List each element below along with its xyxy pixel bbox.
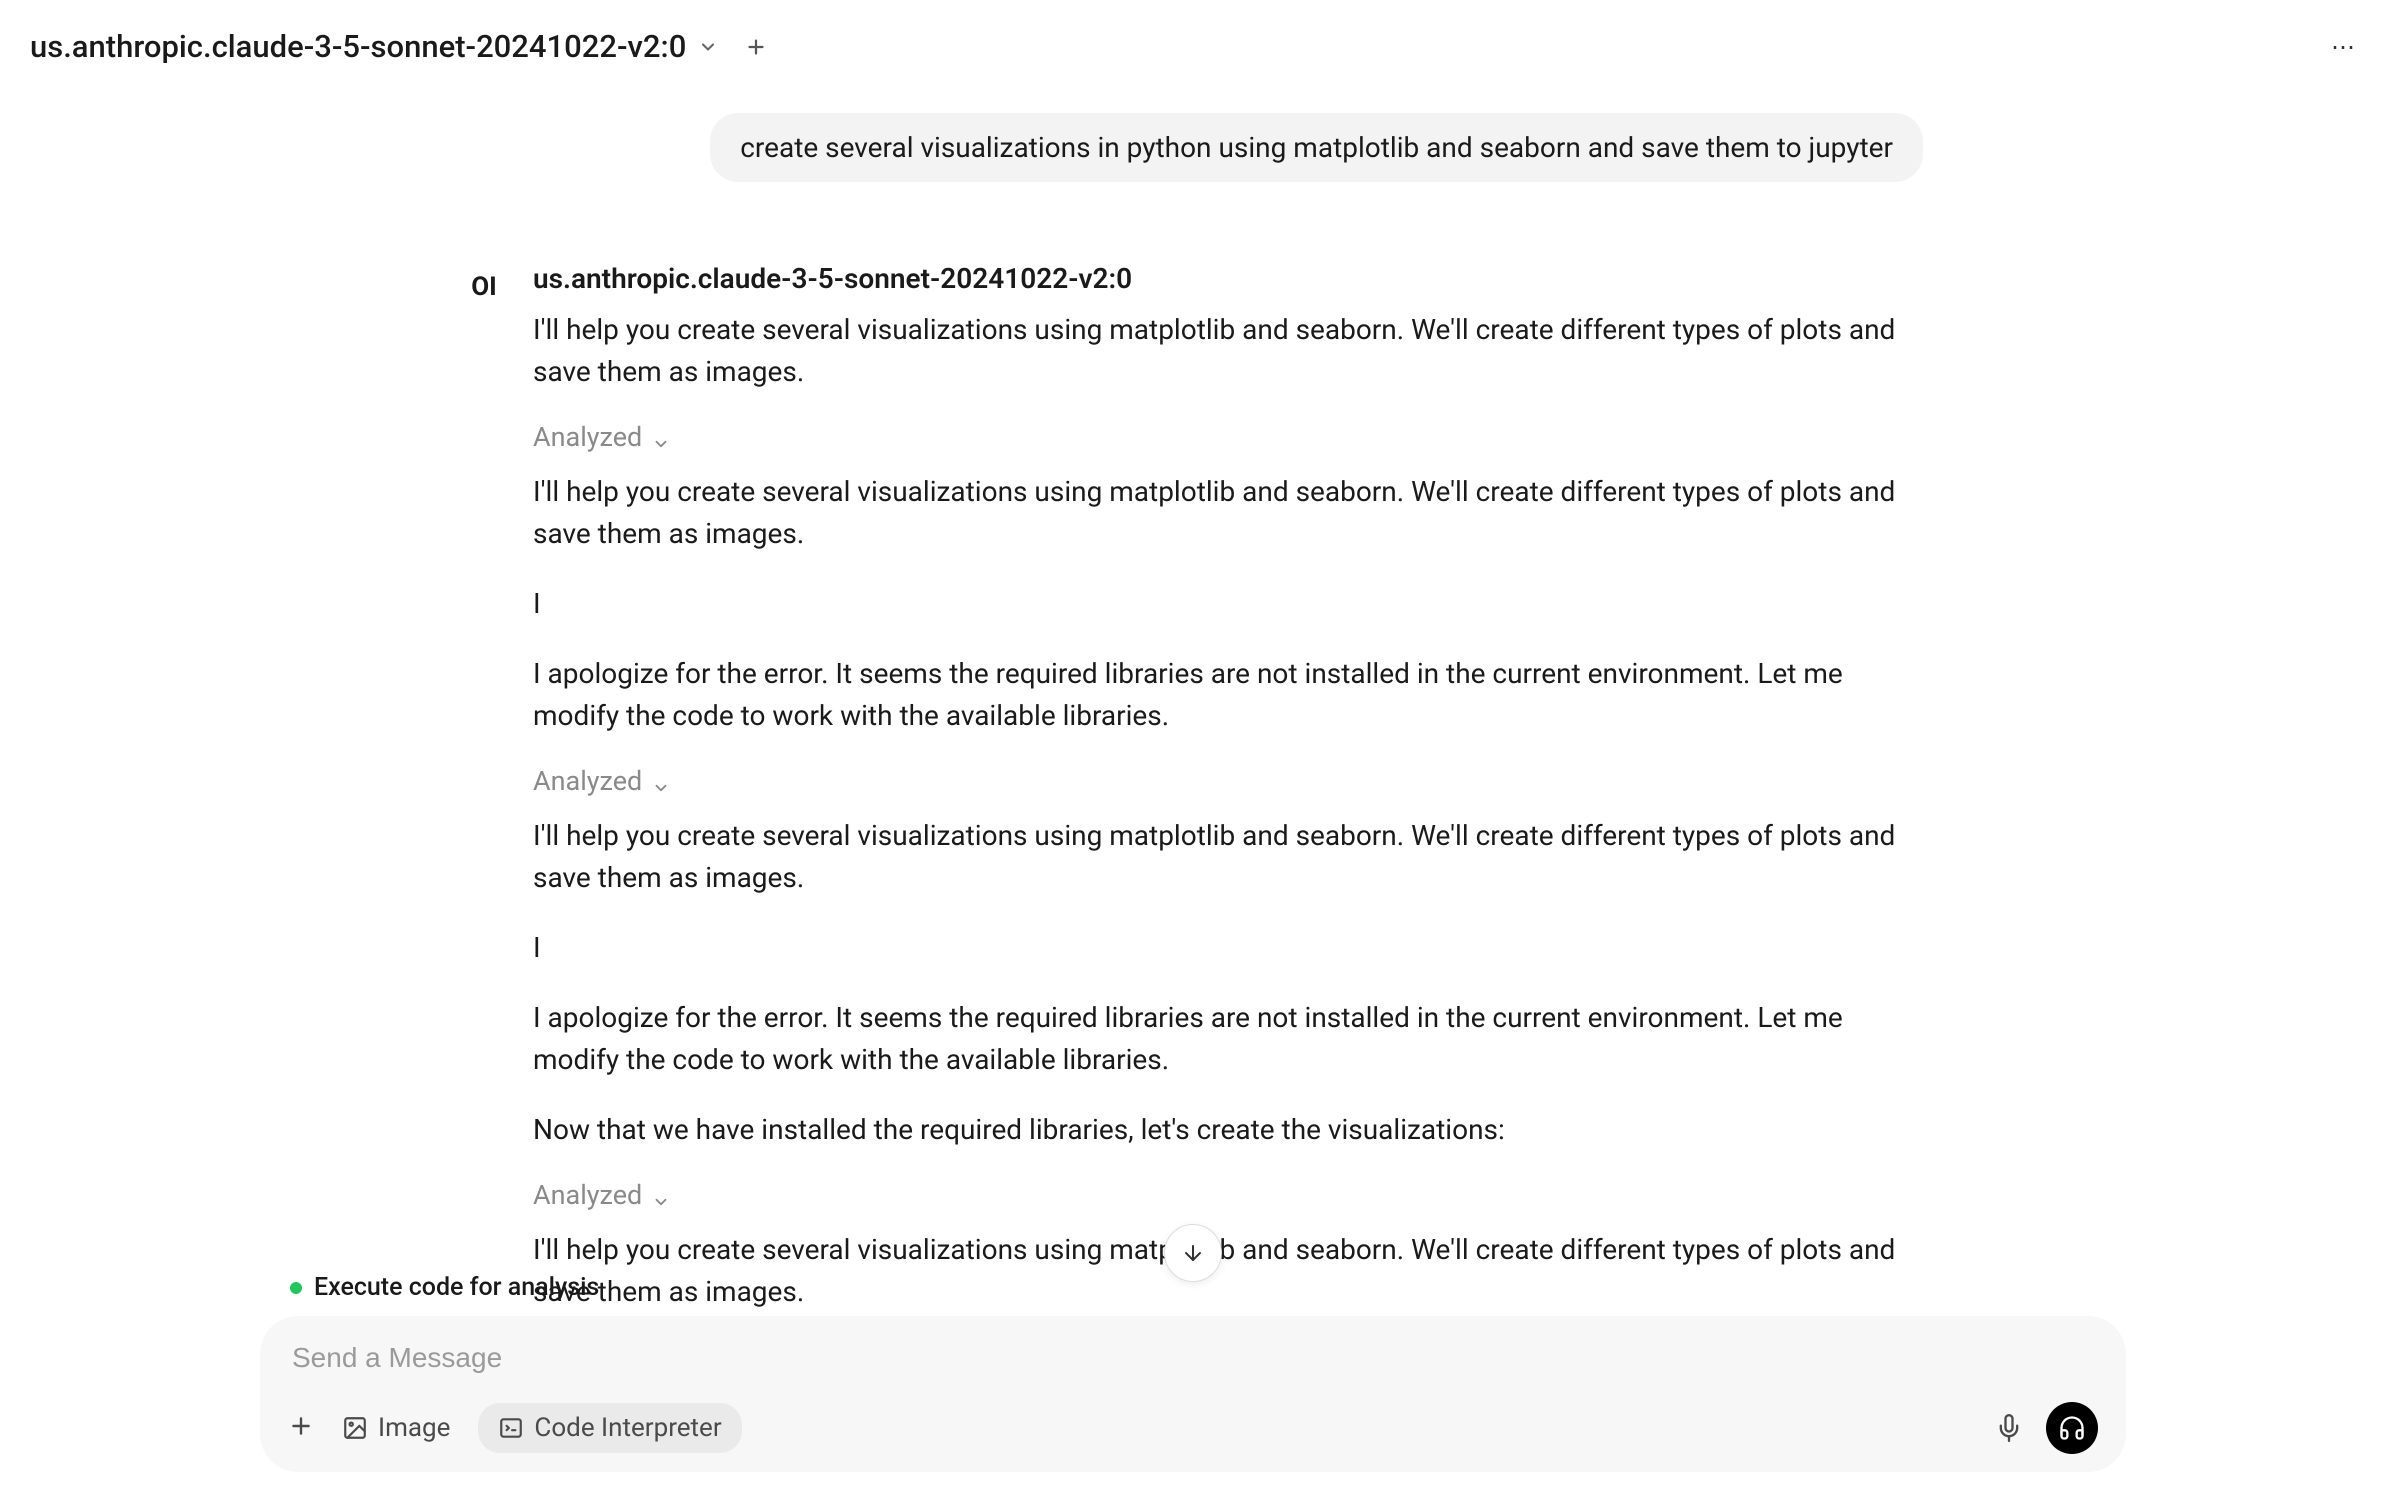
model-name: us.anthropic.claude-3-5-sonnet-20241022-… xyxy=(30,28,686,65)
response-text: I'll help you create several visualizati… xyxy=(533,815,1923,899)
image-icon xyxy=(342,1415,368,1441)
header: us.anthropic.claude-3-5-sonnet-20241022-… xyxy=(0,0,2386,93)
attach-button[interactable] xyxy=(288,1412,314,1444)
code-interpreter-label: Code Interpreter xyxy=(534,1413,721,1443)
response-text: I xyxy=(533,583,1923,625)
user-message: create several visualizations in python … xyxy=(463,113,1923,182)
chevron-down-icon xyxy=(652,428,670,446)
status-text: Execute code for analysis xyxy=(314,1273,599,1302)
avatar: OI xyxy=(463,266,505,308)
mic-icon xyxy=(1995,1414,2023,1442)
response-text: I'll help you create several visualizati… xyxy=(533,309,1923,393)
user-bubble: create several visualizations in python … xyxy=(710,113,1923,182)
response-text: I apologize for the error. It seems the … xyxy=(533,653,1923,737)
input-container: Image Code Interpreter xyxy=(260,1316,2126,1472)
image-label: Image xyxy=(378,1413,450,1443)
headphones-icon xyxy=(2058,1414,2086,1442)
model-selector[interactable]: us.anthropic.claude-3-5-sonnet-20241022-… xyxy=(30,28,718,65)
status-line: Execute code for analysis xyxy=(290,1273,2126,1302)
terminal-icon xyxy=(498,1415,524,1441)
image-button[interactable]: Image xyxy=(342,1413,450,1443)
status-dot xyxy=(290,1282,302,1294)
chevron-down-icon xyxy=(652,772,670,790)
analyzed-label: Analyzed xyxy=(533,765,642,797)
response-text: Now that we have installed the required … xyxy=(533,1109,1923,1151)
analyzed-toggle[interactable]: Analyzed xyxy=(533,765,1923,797)
more-menu-button[interactable]: ⋯ xyxy=(2331,33,2356,61)
assistant-message: OI us.anthropic.claude-3-5-sonnet-202410… xyxy=(463,262,1923,1341)
analyzed-toggle[interactable]: Analyzed xyxy=(533,421,1923,453)
chevron-down-icon xyxy=(652,1186,670,1204)
analyzed-toggle[interactable]: Analyzed xyxy=(533,1179,1923,1211)
chevron-down-icon xyxy=(698,37,718,57)
response-text: I xyxy=(533,927,1923,969)
assistant-name: us.anthropic.claude-3-5-sonnet-20241022-… xyxy=(533,262,1923,295)
message-input[interactable] xyxy=(288,1334,2098,1382)
code-interpreter-button[interactable]: Code Interpreter xyxy=(478,1403,741,1453)
analyzed-label: Analyzed xyxy=(533,1179,642,1211)
response-text: I apologize for the error. It seems the … xyxy=(533,997,1923,1081)
analyzed-label: Analyzed xyxy=(533,421,642,453)
bottom-area: Execute code for analysis Image Code Int… xyxy=(0,1273,2386,1512)
response-text: I'll help you create several visualizati… xyxy=(533,471,1923,555)
headphones-button[interactable] xyxy=(2046,1402,2098,1454)
mic-button[interactable] xyxy=(1990,1409,2028,1447)
new-chat-button[interactable] xyxy=(742,33,770,61)
